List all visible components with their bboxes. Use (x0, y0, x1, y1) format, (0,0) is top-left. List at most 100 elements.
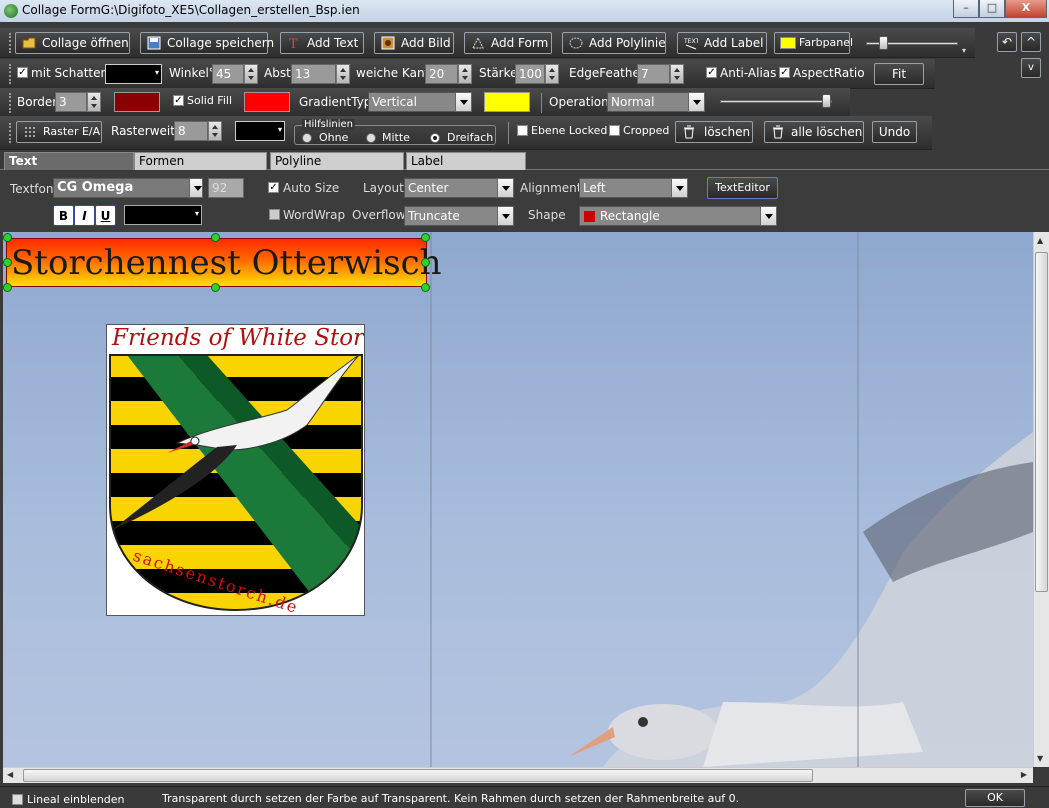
soft-edge-input[interactable]: 20 (425, 64, 458, 84)
shape-select[interactable]: Rectangle (579, 206, 761, 226)
delete-all-button[interactable]: alle löschen (764, 121, 864, 143)
tab-form-properties[interactable]: Formen Eigenschaften (134, 152, 267, 185)
title-text-object[interactable]: Storchennest Otterwisch (6, 238, 442, 287)
text-editor-button[interactable]: TextEditor (707, 177, 778, 199)
guide-none-radio[interactable] (302, 133, 312, 143)
collage-canvas[interactable]: Storchennest Otterwisch Friends of White… (3, 232, 1033, 767)
operation-dropdown-icon[interactable] (688, 92, 705, 112)
add-image-button[interactable]: Add Bild (374, 32, 454, 54)
soft-edge-spinner[interactable] (458, 64, 472, 84)
transparency-slider-thumb[interactable] (822, 94, 831, 108)
close-button[interactable]: X (1005, 0, 1047, 18)
toolbar-overflow-icon[interactable]: ▾ (962, 46, 972, 56)
color-panel-button[interactable]: Farbpanel (774, 32, 853, 54)
guide-third-radio[interactable] (430, 133, 440, 143)
layout-dropdown-icon[interactable] (497, 178, 514, 198)
grid-color-picker[interactable]: ▾ (235, 121, 285, 141)
grid-width-input[interactable]: 8 (174, 121, 208, 141)
undo-arrow-button[interactable]: ↶ (997, 32, 1017, 52)
gradient-type-select[interactable]: Vertical (368, 92, 456, 112)
fill-color-picker[interactable] (244, 92, 290, 112)
resize-handle[interactable] (3, 258, 12, 267)
grid-toggle-button[interactable]: Raster E/A (16, 121, 102, 143)
aspect-ratio-checkbox[interactable]: ✓ (779, 67, 790, 78)
overflow-select[interactable]: Truncate (404, 206, 498, 226)
maximize-button[interactable]: □ (979, 0, 1005, 18)
scroll-down-arrow-icon[interactable]: ▼ (1037, 754, 1043, 763)
italic-button[interactable]: I (74, 205, 95, 226)
edge-feather-input[interactable]: 7 (637, 64, 670, 84)
shadow-color-picker[interactable]: ▾ (105, 64, 162, 84)
logo-image-object[interactable]: Friends of White Stork sachsenstorch.de (106, 324, 365, 616)
font-dropdown-icon[interactable] (189, 178, 203, 198)
border-width-spinner[interactable] (87, 92, 101, 112)
angle-input[interactable]: 45 (212, 64, 244, 84)
scroll-right-arrow-icon[interactable]: ▶ (1021, 770, 1027, 779)
resize-handle[interactable] (3, 283, 12, 292)
horizontal-scroll-thumb[interactable] (23, 769, 813, 782)
layout-select[interactable]: Center (404, 178, 498, 198)
antialias-checkbox[interactable]: ✓ (706, 67, 717, 78)
resize-handle[interactable] (211, 233, 220, 242)
scroll-down-button[interactable]: v (1021, 58, 1041, 78)
horizontal-scrollbar[interactable]: ◀ ▶ (3, 767, 1033, 783)
strength-input[interactable]: 100 (515, 64, 545, 84)
add-form-button[interactable]: Add Form (464, 32, 552, 54)
shadow-checkbox[interactable]: ✓ (17, 67, 28, 78)
toolbar-grip[interactable] (9, 64, 14, 84)
auto-size-checkbox[interactable]: ✓ (268, 182, 279, 193)
overflow-dropdown-icon[interactable] (497, 206, 514, 226)
shape-dropdown-icon[interactable] (760, 206, 777, 226)
alignment-select[interactable]: Left (579, 178, 672, 198)
fit-button[interactable]: Fit (874, 63, 924, 85)
vertical-scrollbar[interactable]: ▲ ▼ (1033, 232, 1049, 767)
wordwrap-checkbox[interactable] (269, 209, 280, 220)
border-width-input[interactable]: 3 (55, 92, 87, 112)
delete-button[interactable]: löschen (675, 121, 753, 143)
ok-button[interactable]: OK (965, 789, 1025, 807)
toolbar-grip[interactable] (9, 33, 14, 53)
toolbar-grip[interactable] (9, 123, 14, 143)
scroll-up-arrow-icon[interactable]: ▲ (1037, 236, 1043, 245)
undo-button[interactable]: Undo (872, 121, 917, 143)
alignment-dropdown-icon[interactable] (671, 178, 688, 198)
minimize-button[interactable]: – (953, 0, 979, 18)
layer-locked-checkbox[interactable] (517, 125, 528, 136)
strength-spinner[interactable] (545, 64, 559, 84)
operation-select[interactable]: Normal (607, 92, 689, 112)
scroll-up-button[interactable]: ^ (1021, 32, 1041, 52)
distance-spinner[interactable] (336, 64, 350, 84)
add-polyline-button[interactable]: Add Polylinie (562, 32, 666, 54)
solid-fill-checkbox[interactable]: ✓ (173, 95, 184, 106)
scroll-left-arrow-icon[interactable]: ◀ (7, 770, 13, 779)
tab-text-properties[interactable]: Text Eigenschaften (4, 152, 134, 185)
tab-label-properties[interactable]: Label Eigenschaften (406, 152, 526, 185)
gradient-color-picker[interactable] (484, 92, 530, 112)
vertical-scroll-thumb[interactable] (1035, 252, 1048, 592)
resize-handle[interactable] (3, 233, 12, 242)
ruler-checkbox[interactable] (12, 794, 23, 805)
tab-polyline-properties[interactable]: Polyline Eigenschaften (270, 152, 404, 185)
distance-input[interactable]: 13 (291, 64, 336, 84)
font-select[interactable]: CG Omega (53, 178, 191, 198)
transparency-slider[interactable] (720, 100, 832, 103)
open-collage-button[interactable]: Collage öffnen (15, 32, 130, 54)
resize-handle[interactable] (421, 258, 430, 267)
border-color-picker[interactable] (114, 92, 160, 112)
toolbar-grip[interactable] (9, 93, 14, 113)
font-size-input[interactable]: 92 (208, 178, 244, 198)
add-text-button[interactable]: T Add Text (280, 32, 364, 54)
resize-handle[interactable] (421, 233, 430, 242)
cropped-checkbox[interactable] (609, 125, 620, 136)
gradient-type-dropdown-icon[interactable] (455, 92, 472, 112)
resize-handle[interactable] (211, 283, 220, 292)
save-collage-button[interactable]: Collage speichern (140, 32, 274, 54)
guide-center-radio[interactable] (366, 133, 376, 143)
add-label-button[interactable]: TEXT Add Label (677, 32, 767, 54)
opacity-slider-thumb[interactable] (879, 36, 888, 50)
grid-width-spinner[interactable] (208, 121, 222, 141)
edge-feather-spinner[interactable] (670, 64, 684, 84)
underline-button[interactable]: U (95, 205, 116, 226)
text-color-picker[interactable]: ▾ (124, 205, 202, 225)
bold-button[interactable]: B (53, 205, 74, 226)
